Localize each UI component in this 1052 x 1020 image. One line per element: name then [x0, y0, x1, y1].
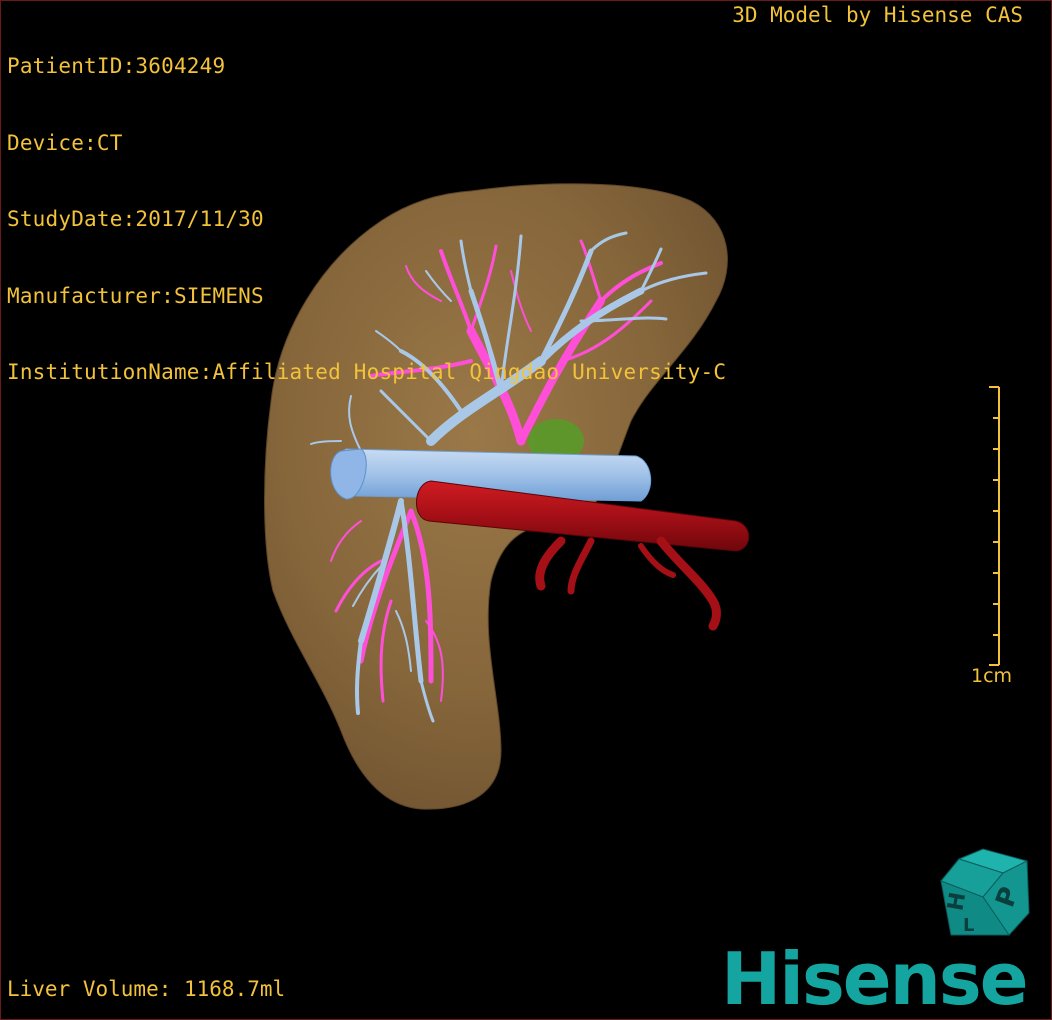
dicom-info-overlay: PatientID:3604249 Device:CT StudyDate:20… [7, 3, 726, 437]
brand-logo: Hisense [721, 937, 1029, 1020]
institution-name: InstitutionName:Affiliated Hospital Qing… [7, 360, 727, 384]
scale-bar [989, 386, 1000, 666]
model-credit: 3D Model by Hisense CAS [732, 3, 1023, 27]
device: Device:CT [7, 130, 123, 155]
scale-bar-label: 1cm [971, 665, 1013, 687]
patient-id: PatientID:3604249 [7, 54, 226, 78]
liver-volume: Liver Volume: 1168.7ml [7, 977, 286, 1001]
3d-viewport[interactable]: H P L PatientID:3604249 Device:CT StudyD… [0, 0, 1052, 1020]
cube-face-l: L [963, 915, 974, 936]
orientation-cube[interactable]: H P L [940, 848, 1030, 936]
manufacturer: Manufacturer:SIEMENS [7, 283, 264, 308]
study-date: StudyDate:2017/11/30 [7, 207, 264, 231]
